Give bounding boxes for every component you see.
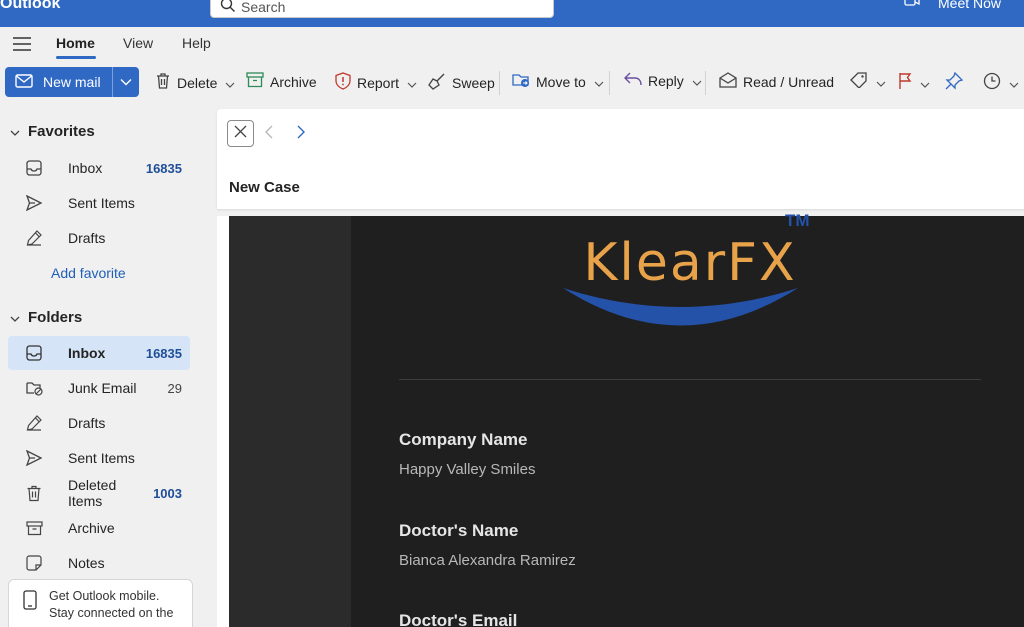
phone-icon — [23, 590, 37, 615]
unread-count: 16835 — [145, 345, 182, 361]
pin-button[interactable] — [945, 71, 964, 93]
flag-icon — [898, 72, 912, 93]
trash-icon — [8, 485, 52, 502]
unread-count: 16835 — [145, 160, 182, 176]
report-button[interactable]: Report — [335, 72, 417, 93]
add-favorite-link[interactable]: Add favorite — [51, 265, 126, 281]
chevron-down-icon — [120, 73, 132, 91]
note-icon — [8, 555, 52, 571]
search-box[interactable] — [210, 0, 554, 18]
unread-count: 1003 — [153, 485, 182, 501]
favorite-drafts[interactable]: Drafts — [8, 221, 190, 255]
move-to-button[interactable]: Move to — [512, 72, 604, 91]
doctor-email-label: Doctor's Email — [399, 611, 518, 627]
archive-icon — [246, 72, 264, 91]
clock-icon — [983, 72, 1001, 93]
favorites-header[interactable]: Favorites — [10, 123, 95, 140]
tab-view[interactable]: View — [123, 35, 153, 51]
delete-button[interactable]: Delete — [155, 72, 235, 93]
snooze-button[interactable] — [983, 72, 1019, 93]
categorize-button[interactable] — [850, 72, 886, 91]
sweep-button[interactable]: Sweep — [428, 72, 495, 93]
company-name-value: Happy Valley Smiles — [399, 461, 536, 478]
hamburger-menu-icon[interactable] — [13, 37, 31, 56]
flag-button[interactable] — [898, 72, 930, 93]
folder-move-icon — [512, 72, 530, 91]
doctor-name-label: Doctor's Name — [399, 521, 519, 540]
inbox-icon — [8, 160, 52, 176]
folder-junk-email[interactable]: Junk Email 29 — [8, 371, 190, 405]
send-icon — [8, 195, 52, 211]
menu-tabs: Home View Help — [0, 27, 1024, 63]
close-icon — [234, 125, 247, 143]
reply-button[interactable]: Reply — [624, 72, 702, 89]
top-bar: Outlook Meet Now — [0, 0, 1024, 27]
tab-help[interactable]: Help — [182, 35, 211, 51]
draft-icon — [8, 230, 52, 246]
favorite-sent-items[interactable]: Sent Items — [8, 186, 190, 220]
folder-notes[interactable]: Notes — [8, 546, 190, 580]
new-mail-dropdown[interactable] — [113, 67, 139, 97]
next-message-icon[interactable] — [297, 125, 305, 144]
doctor-name-value: Bianca Alexandra Ramirez — [399, 552, 576, 569]
trash-icon — [155, 72, 171, 93]
chevron-down-icon[interactable] — [225, 75, 235, 91]
chevron-down-icon[interactable] — [920, 75, 930, 91]
send-icon — [8, 450, 52, 466]
chevron-down-icon — [10, 309, 20, 326]
ribbon-toolbar: New mail Delete Archive Report Sweep Mov… — [0, 63, 1024, 101]
folder-deleted-items[interactable]: Deleted Items 1003 — [8, 476, 190, 510]
envelope-open-icon — [719, 72, 737, 91]
archive-button[interactable]: Archive — [246, 72, 317, 91]
junk-icon — [8, 380, 52, 396]
folder-pane: Favorites Inbox 16835 Sent Items Drafts … — [0, 101, 210, 627]
company-name-label: Company Name — [399, 430, 528, 449]
app-title[interactable]: Outlook — [0, 0, 60, 13]
read-unread-button[interactable]: Read / Unread — [719, 72, 834, 91]
mail-icon — [15, 73, 33, 91]
search-input[interactable] — [241, 0, 541, 17]
chevron-down-icon[interactable] — [407, 75, 417, 91]
shield-icon — [335, 72, 351, 93]
folder-sent-items[interactable]: Sent Items — [8, 441, 190, 475]
folder-drafts[interactable]: Drafts — [8, 406, 190, 440]
klearfx-logo: TM KlearFX — [563, 211, 810, 326]
logo-text: KlearFX — [583, 233, 796, 293]
meet-now-button[interactable]: Meet Now — [904, 0, 1001, 11]
message-subject: New Case — [229, 179, 300, 196]
chevron-down-icon[interactable] — [1009, 75, 1019, 91]
active-tab-indicator — [56, 56, 96, 59]
reply-icon — [624, 72, 642, 89]
tab-home[interactable]: Home — [56, 35, 95, 51]
draft-icon — [8, 415, 52, 431]
meet-now-label: Meet Now — [938, 0, 1002, 11]
chevron-down-icon[interactable] — [692, 73, 702, 89]
inbox-icon — [8, 345, 52, 361]
folder-archive[interactable]: Archive — [8, 511, 190, 545]
outlook-mobile-promo[interactable]: Get Outlook mobile. Stay connected on th… — [8, 579, 193, 627]
video-icon — [904, 0, 920, 11]
search-icon — [220, 0, 236, 18]
new-mail-label: New mail — [43, 74, 101, 90]
folders-header[interactable]: Folders — [10, 309, 82, 326]
reading-pane-header: New Case — [217, 109, 1024, 209]
chevron-down-icon — [10, 123, 20, 140]
archive-icon — [8, 520, 52, 536]
unread-count: 29 — [167, 380, 182, 396]
tag-icon — [850, 72, 868, 91]
chevron-down-icon[interactable] — [594, 74, 604, 90]
close-button[interactable] — [227, 120, 254, 147]
new-mail-button[interactable]: New mail — [5, 67, 112, 97]
divider — [399, 379, 981, 380]
message-body-gutter — [229, 216, 351, 627]
previous-message-icon[interactable] — [265, 125, 273, 144]
logo-trademark: TM — [785, 211, 810, 230]
new-mail-button-group: New mail — [5, 67, 139, 97]
broom-icon — [428, 72, 446, 93]
chevron-down-icon[interactable] — [876, 74, 886, 90]
logo-smile — [563, 288, 798, 326]
favorite-inbox[interactable]: Inbox 16835 — [8, 151, 190, 185]
folder-inbox[interactable]: Inbox 16835 — [8, 336, 190, 370]
pin-icon — [945, 71, 964, 93]
